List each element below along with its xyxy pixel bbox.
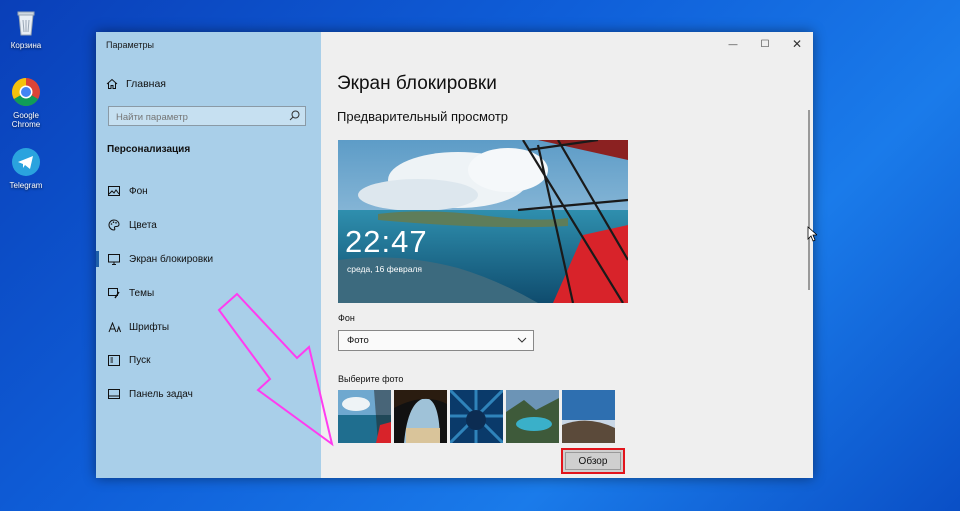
font-icon — [107, 321, 121, 333]
settings-window: Параметры Главная Персонализация Фон Цве… — [96, 32, 813, 478]
desktop-icon-chrome[interactable]: Google Chrome — [4, 76, 48, 129]
sidebar: Параметры Главная Персонализация Фон Цве… — [96, 32, 321, 478]
sidebar-item-label: Шрифты — [129, 321, 170, 333]
photo-thumbnails — [338, 390, 615, 443]
desktop-icon-telegram[interactable]: Telegram — [4, 146, 48, 190]
photo-thumbnail[interactable] — [562, 390, 615, 443]
preview-image — [338, 140, 628, 303]
sidebar-item-label: Пуск — [129, 354, 151, 366]
sidebar-home[interactable]: Главная — [106, 78, 166, 90]
sidebar-item-start[interactable]: Пуск — [96, 349, 321, 371]
browse-button[interactable]: Обзор — [561, 448, 625, 474]
preview-time: 22:47 — [345, 224, 428, 259]
search-icon[interactable] — [289, 110, 300, 121]
sidebar-item-colors[interactable]: Цвета — [96, 214, 321, 236]
browse-button-label: Обзор — [578, 455, 608, 467]
chrome-icon — [10, 76, 42, 108]
sidebar-item-label: Фон — [129, 185, 148, 197]
start-icon — [107, 354, 121, 366]
desktop-icon-recycle-bin[interactable]: Корзина — [4, 6, 48, 50]
photo-thumbnail[interactable] — [394, 390, 447, 443]
maximize-button[interactable]: ☐ — [749, 32, 781, 56]
photo-thumbnail[interactable] — [450, 390, 503, 443]
photo-thumbnail[interactable] — [338, 390, 391, 443]
minimize-button[interactable]: — — [717, 32, 749, 56]
background-select[interactable]: Фото — [338, 330, 534, 351]
sidebar-item-label: Темы — [129, 287, 155, 299]
home-icon — [106, 78, 118, 89]
preview-date: среда, 16 февраля — [347, 264, 422, 274]
background-label: Фон — [338, 313, 355, 323]
sidebar-item-background[interactable]: Фон — [96, 180, 321, 202]
close-button[interactable]: ✕ — [781, 32, 813, 56]
cursor-icon — [807, 226, 817, 242]
desktop-icon-label: Корзина — [10, 41, 42, 50]
main-content: — ☐ ✕ Экран блокировки Предварительный п… — [321, 32, 813, 478]
desktop-icon-label: Telegram — [9, 181, 43, 190]
sidebar-item-label: Панель задач — [129, 388, 193, 400]
search-box[interactable] — [108, 106, 306, 127]
sidebar-item-label: Экран блокировки — [129, 253, 214, 265]
sidebar-item-label: Цвета — [129, 219, 157, 231]
page-title: Экран блокировки — [337, 73, 497, 94]
choose-photo-label: Выберите фото — [338, 374, 404, 384]
taskbar-icon — [107, 389, 121, 399]
preview-title: Предварительный просмотр — [337, 109, 509, 124]
background-select-value: Фото — [347, 335, 369, 346]
recycle-bin-icon — [10, 6, 42, 38]
minimize-icon: — — [728, 39, 738, 49]
window-title: Параметры — [106, 40, 154, 50]
palette-icon — [107, 219, 121, 231]
close-icon: ✕ — [791, 37, 803, 51]
maximize-icon: ☐ — [760, 38, 770, 50]
desktop-icon-label: Google Chrome — [11, 111, 41, 129]
photo-thumbnail[interactable] — [506, 390, 559, 443]
image-icon — [107, 186, 121, 196]
section-title: Персонализация — [107, 144, 191, 155]
search-input[interactable] — [109, 108, 286, 127]
chevron-down-icon — [517, 337, 527, 343]
sidebar-item-taskbar[interactable]: Панель задач — [96, 383, 321, 405]
telegram-icon — [10, 146, 42, 178]
brush-icon — [107, 287, 121, 299]
lock-screen-preview: 22:47 среда, 16 февраля — [338, 140, 628, 303]
sidebar-item-themes[interactable]: Темы — [96, 282, 321, 304]
home-label: Главная — [126, 78, 166, 90]
monitor-icon — [107, 253, 121, 265]
scrollbar[interactable] — [808, 110, 810, 290]
sidebar-item-fonts[interactable]: Шрифты — [96, 316, 321, 338]
sidebar-item-lock-screen[interactable]: Экран блокировки — [96, 248, 321, 270]
